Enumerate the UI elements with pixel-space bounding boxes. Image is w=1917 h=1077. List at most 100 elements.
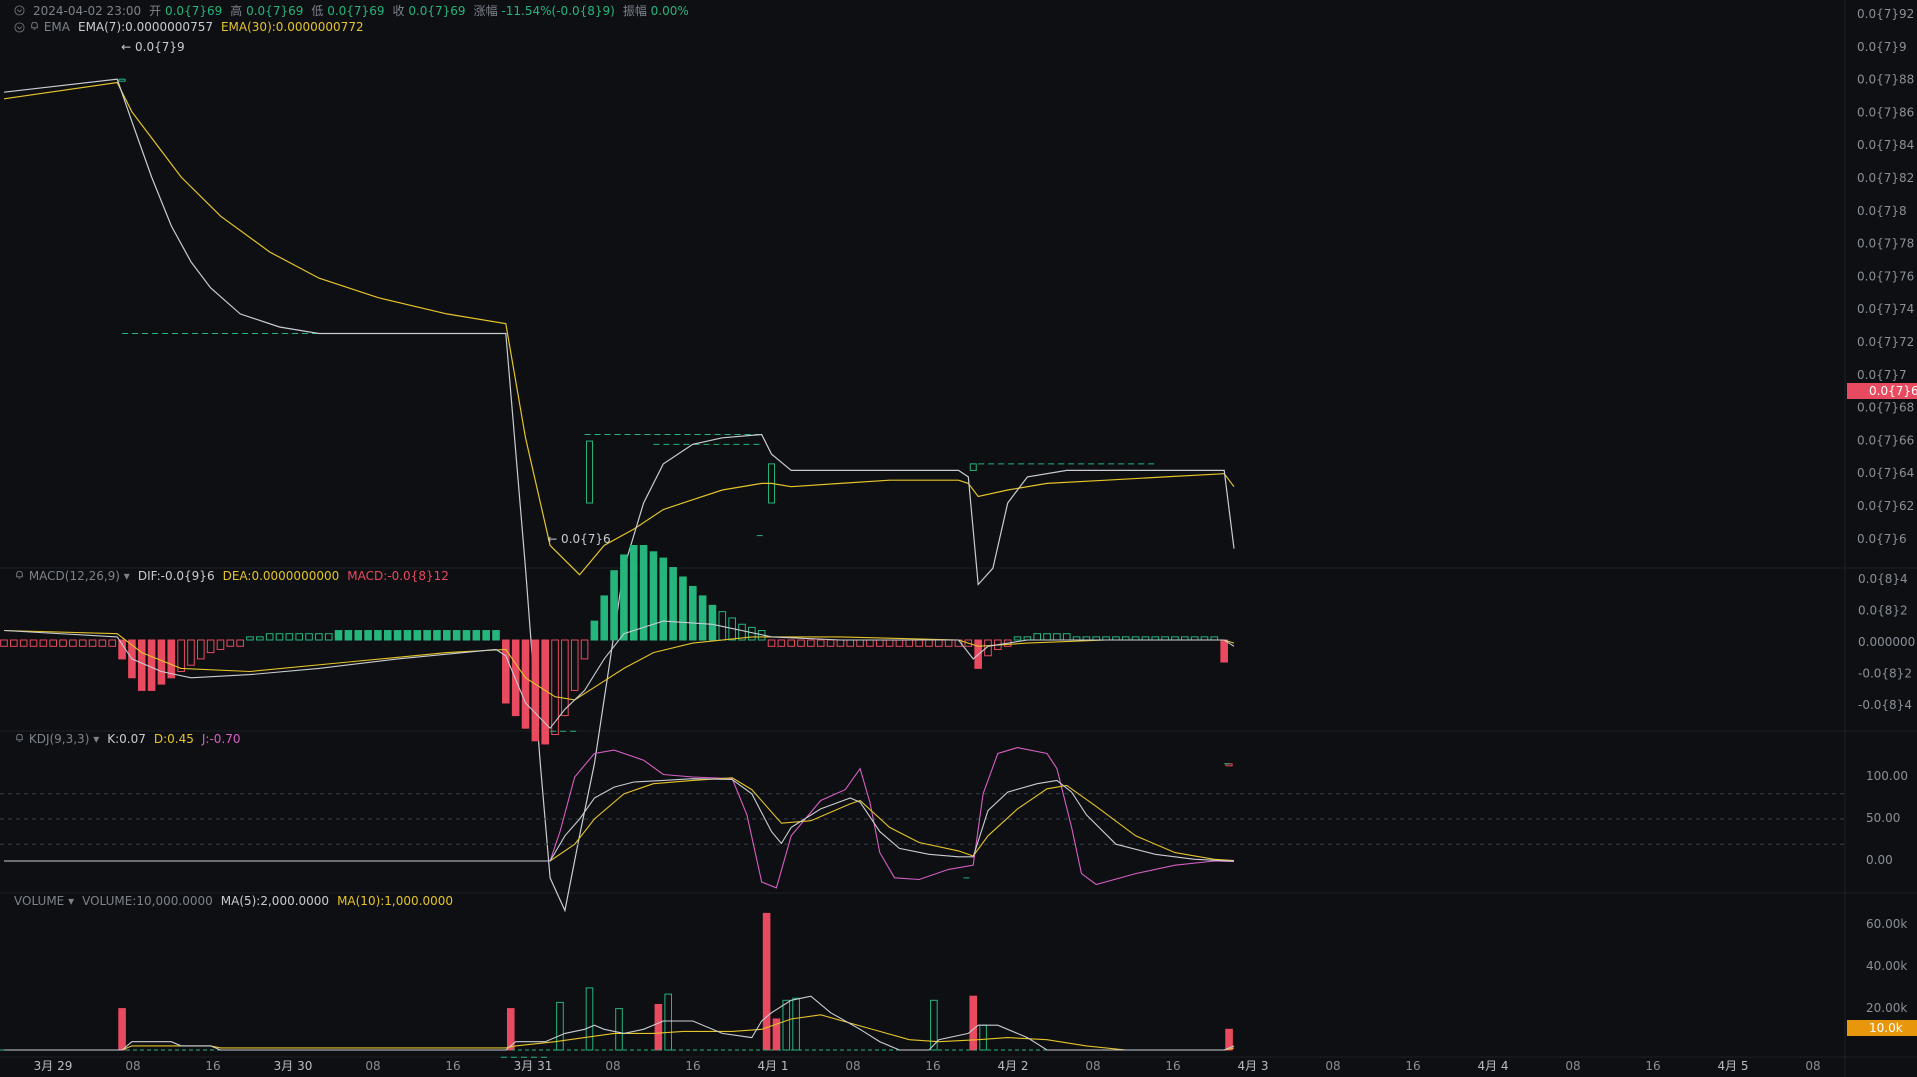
ema7-value: EMA(7):0.0000000757 (77, 20, 213, 34)
macd-histogram-bar (98, 639, 107, 647)
kdj-axis-tick: 50.00 (1866, 811, 1900, 825)
macd-histogram-bar (137, 639, 146, 691)
macd-histogram-bar (88, 639, 97, 647)
price-axis-tick: 0.0{7}82 (1857, 171, 1914, 185)
caret-down-icon[interactable]: ▾ (124, 569, 130, 583)
macd-histogram-bar (1220, 639, 1228, 663)
macd-histogram-bar (1013, 636, 1022, 641)
macd-axis-tick: 0.000000 (1858, 635, 1915, 649)
macd-histogram-bar (354, 630, 363, 641)
macd-histogram-bar (383, 630, 392, 641)
macd-histogram-bar (679, 576, 687, 641)
time-axis-tick: 3月 30 (274, 1059, 313, 1073)
macd-histogram-bar (49, 639, 58, 647)
ema30-value: EMA(30):0.0000000772 (220, 20, 364, 34)
macd-histogram-bar (639, 545, 648, 641)
macd-histogram-bar (816, 639, 825, 647)
macd-histogram-bar (767, 639, 776, 647)
macd-histogram-bar (187, 639, 195, 666)
macd-histogram-bar (846, 639, 855, 647)
ema30-line (3, 81, 1235, 576)
macd-histogram-bar (315, 633, 323, 641)
high-value: 0.0{7}69 (246, 4, 304, 18)
volume-bar (664, 993, 673, 1051)
volume-axis-tick: 40.00k (1866, 959, 1907, 973)
chart-canvas[interactable]: ← 0.0{7}9 ← 0.0{7}6 0.0{7}92 0.0{7}9 0.0{7}8… (0, 0, 1917, 1077)
macd-histogram-bar (531, 639, 540, 742)
macd-histogram-bar (344, 630, 353, 641)
macd-histogram-bar (482, 630, 490, 641)
high-annotation: ← 0.0{7}9 (121, 40, 185, 54)
macd-histogram-bar (649, 551, 658, 641)
macd-histogram-bar (305, 633, 313, 641)
datetime-value: 2024-04-02 23:00 (33, 3, 142, 18)
time-axis-tick: 08 (365, 1059, 380, 1073)
time-axis-tick: 08 (1085, 1059, 1100, 1073)
time-axis-tick: 08 (845, 1059, 860, 1073)
macd-histogram-bar (324, 633, 333, 641)
price-axis-tick: 0.0{7}72 (1857, 335, 1914, 349)
time-axis-tick: 16 (205, 1059, 220, 1073)
macd-histogram-bar (265, 633, 274, 641)
time-axis-tick: 08 (605, 1059, 620, 1073)
open-label: 开 (149, 4, 162, 18)
change-label: 涨幅 (473, 4, 498, 18)
caret-down-icon[interactable]: ▾ (93, 732, 99, 746)
macd-axis-tick: -0.0{8}4 (1858, 698, 1912, 712)
bell-icon[interactable] (14, 569, 25, 580)
macd-histogram-bar (177, 639, 185, 672)
volume-bar (792, 997, 800, 1051)
low-annotation: ← 0.0{7}6 (547, 532, 611, 546)
chevron-circle-icon[interactable] (14, 5, 25, 16)
volume-ma10-value: MA(10):1,000.0000 (337, 894, 454, 908)
time-axis-tick: 4月 3 (1237, 1059, 1268, 1073)
macd-axis-tick: 0.0{8}2 (1858, 604, 1908, 618)
caret-down-icon[interactable]: ▾ (68, 894, 74, 908)
macd-histogram-bar (1043, 633, 1051, 641)
close-value: 0.0{7}69 (408, 4, 466, 18)
volume-ma5-line (4, 995, 1235, 1051)
macd-histogram-bar (423, 630, 431, 641)
bell-icon[interactable] (29, 20, 40, 31)
bell-icon[interactable] (14, 732, 25, 743)
macd-histogram-bar (59, 639, 67, 647)
macd-histogram-bar (295, 633, 303, 641)
price-axis-tick: 0.0{7}8 (1857, 204, 1907, 218)
time-axis-tick: 08 (125, 1059, 140, 1073)
macd-histogram-bar (905, 639, 914, 647)
macd-histogram-bar (413, 630, 422, 641)
volume-name: VOLUME (14, 894, 65, 908)
time-axis-tick: 4月 4 (1477, 1059, 1508, 1073)
macd-histogram-bar (1033, 633, 1042, 641)
time-axis-tick: 16 (685, 1059, 700, 1073)
macd-histogram-bar (197, 639, 205, 660)
volume-axis-tick: 20.00k (1866, 1001, 1907, 1015)
macd-histogram-bar (393, 630, 402, 641)
macd-macd-value: MACD:-0.0{8}12 (347, 569, 449, 583)
current-volume-badge: 10.0k (1847, 1020, 1917, 1036)
price-axis-tick: 0.0{7}6 (1857, 532, 1907, 546)
macd-histogram-bar (216, 639, 225, 650)
price-axis-tick: 0.0{7}92 (1857, 7, 1914, 21)
macd-histogram-bar (285, 633, 294, 641)
current-price-value: 0.0{7}69 (1869, 384, 1917, 398)
macd-histogram-bar (374, 630, 382, 641)
macd-histogram-bar (78, 639, 87, 647)
macd-histogram-bar (1053, 633, 1061, 641)
chevron-circle-icon[interactable] (14, 21, 25, 33)
close-label: 收 (392, 4, 405, 18)
price-axis-tick: 0.0{7}74 (1857, 302, 1914, 316)
macd-histogram-bar (108, 639, 117, 647)
kdj-j-line (4, 747, 1235, 889)
price-axis-tick: 0.0{7}68 (1857, 401, 1914, 415)
high-label: 高 (230, 4, 243, 18)
macd-histogram-bar (669, 567, 677, 641)
volume-bar (782, 999, 791, 1051)
macd-histogram-bar (39, 639, 48, 647)
volume-value: VOLUME:10,000.0000 (82, 894, 213, 908)
current-volume-value: 10.0k (1869, 1021, 1903, 1035)
macd-axis-tick: -0.0{8}2 (1858, 667, 1912, 681)
macd-histogram-bar (452, 630, 461, 641)
time-axis-tick: 3月 31 (514, 1059, 553, 1073)
volume-bar (585, 987, 594, 1051)
